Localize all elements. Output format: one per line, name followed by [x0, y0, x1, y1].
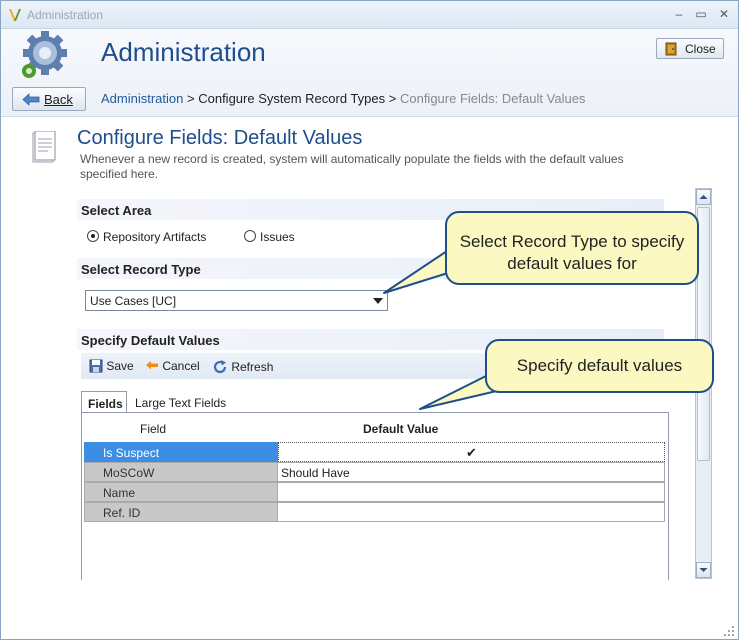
callout-record-type: Select Record Type to specify default va… — [445, 211, 699, 285]
callout-default-values: Specify default values — [485, 339, 714, 393]
application-window: Administration – ▭ ✕ Administration Clos… — [0, 0, 739, 640]
callout-pointers — [383, 246, 502, 410]
resize-grip-icon[interactable] — [723, 625, 735, 637]
